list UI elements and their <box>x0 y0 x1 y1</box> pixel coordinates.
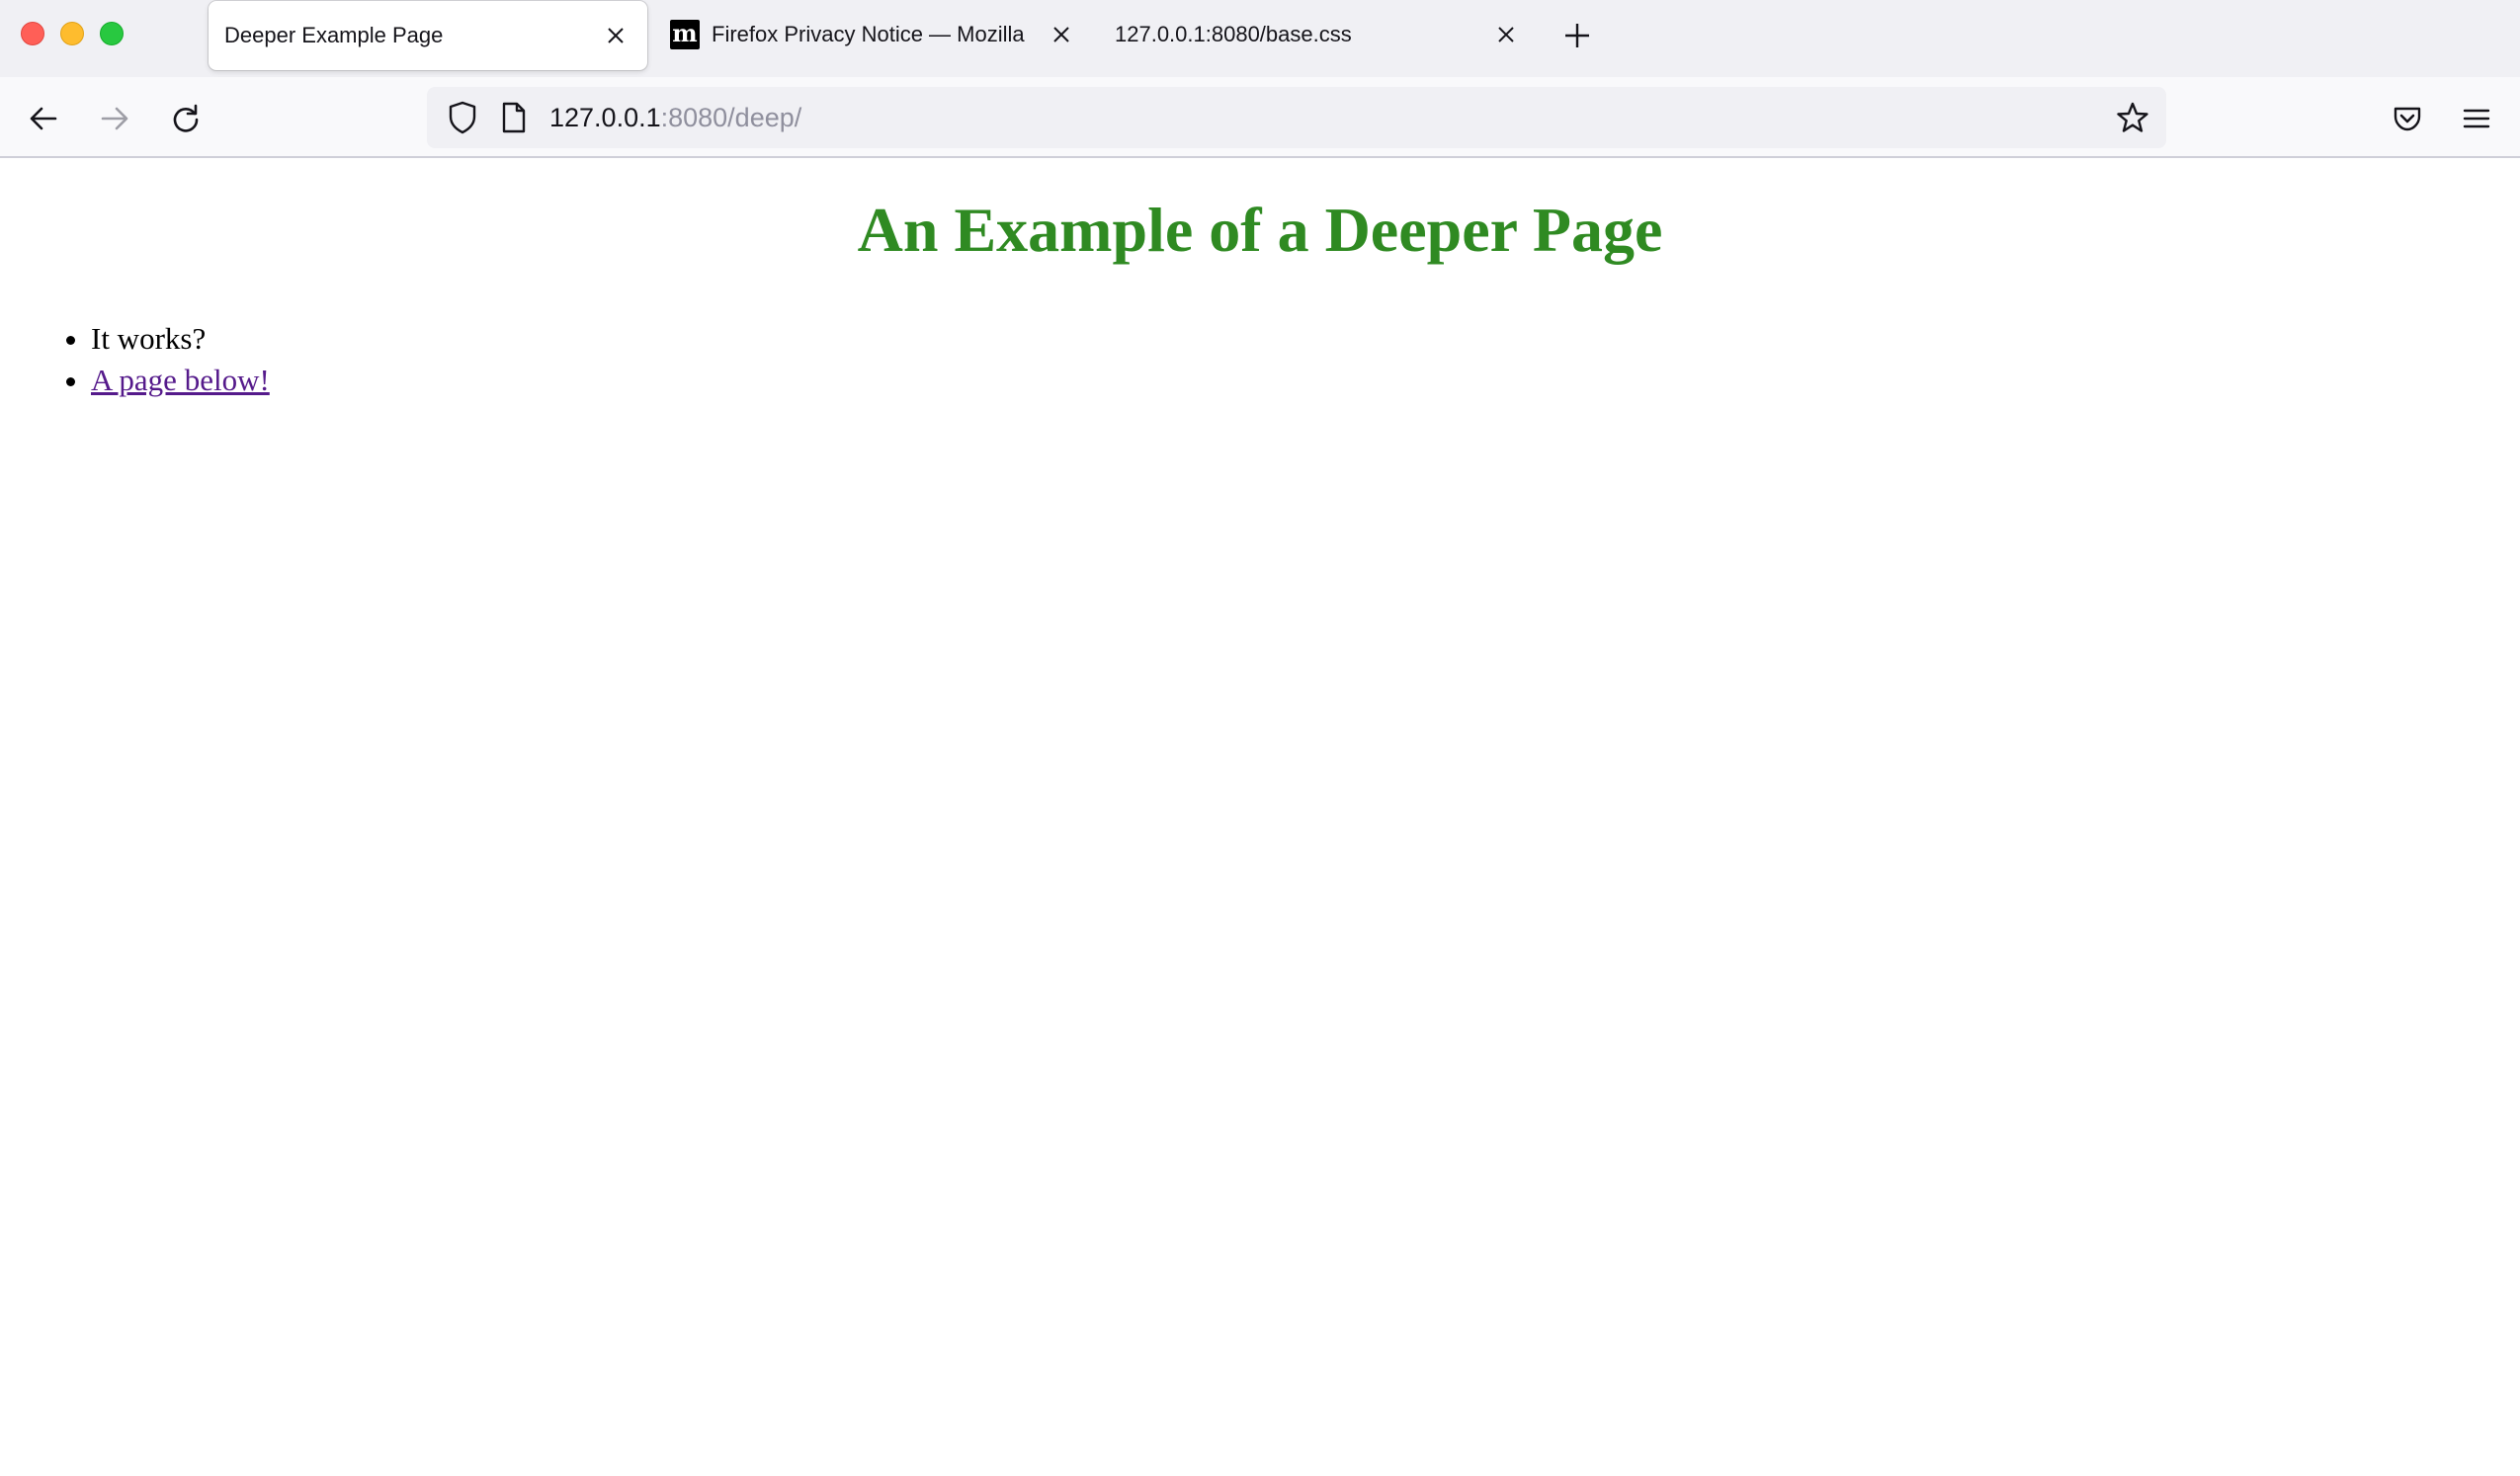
page-heading: An Example of a Deeper Page <box>857 195 1663 265</box>
arrow-right-icon <box>101 107 128 130</box>
list-item: It works? <box>91 318 270 360</box>
page-info-icon[interactable] <box>496 98 532 137</box>
tab-title: Firefox Privacy Notice — Mozilla <box>712 22 1025 46</box>
star-icon <box>2117 102 2148 132</box>
page-content: An Example of a Deeper Page It works? A … <box>0 158 2520 1476</box>
list-item: A page below! <box>91 360 270 401</box>
forward-button[interactable] <box>89 93 140 144</box>
window-minimize-button[interactable] <box>60 22 84 45</box>
tab-base-css[interactable]: 127.0.0.1:8080/base.css <box>1103 0 1538 69</box>
plus-icon <box>1565 24 1589 47</box>
pocket-button[interactable] <box>2382 93 2433 144</box>
app-menu-button[interactable] <box>2451 93 2502 144</box>
back-button[interactable] <box>18 93 69 144</box>
tab-strip: Deeper Example Page m Firefox Privacy No… <box>0 0 2520 77</box>
url-text[interactable]: 127.0.0.1:8080/deep/ <box>549 103 2107 133</box>
tab-title: 127.0.0.1:8080/base.css <box>1115 22 1352 46</box>
tab-firefox-privacy-notice[interactable]: m Firefox Privacy Notice — Mozilla <box>658 0 1093 69</box>
tab-close-icon[interactable] <box>1040 13 1083 56</box>
url-path: :8080/deep/ <box>660 102 802 132</box>
pocket-icon <box>2394 107 2421 131</box>
url-bar[interactable]: 127.0.0.1:8080/deep/ <box>427 87 2166 148</box>
reload-button[interactable] <box>160 93 211 144</box>
window-zoom-button[interactable] <box>100 22 124 45</box>
tab-title: Deeper Example Page <box>224 23 444 47</box>
tab-close-icon[interactable] <box>1484 13 1528 56</box>
page-list: It works? A page below! <box>0 318 270 401</box>
new-tab-button[interactable] <box>1554 12 1601 59</box>
tab-close-icon[interactable] <box>594 14 637 57</box>
bookmark-star-button[interactable] <box>2107 92 2158 143</box>
window-close-button[interactable] <box>21 22 44 45</box>
url-host: 127.0.0.1 <box>549 102 661 132</box>
reload-icon <box>173 104 199 132</box>
page-below-link[interactable]: A page below! <box>91 363 270 397</box>
tracking-protection-shield-icon[interactable] <box>443 98 482 137</box>
mozilla-m-icon: m <box>670 20 700 49</box>
list-item-text: It works? <box>91 321 207 356</box>
tab-deeper-example-page[interactable]: Deeper Example Page <box>209 1 647 70</box>
hamburger-menu-icon <box>2463 109 2490 128</box>
navigation-toolbar: 127.0.0.1:8080/deep/ <box>0 77 2520 158</box>
arrow-left-icon <box>30 107 57 130</box>
